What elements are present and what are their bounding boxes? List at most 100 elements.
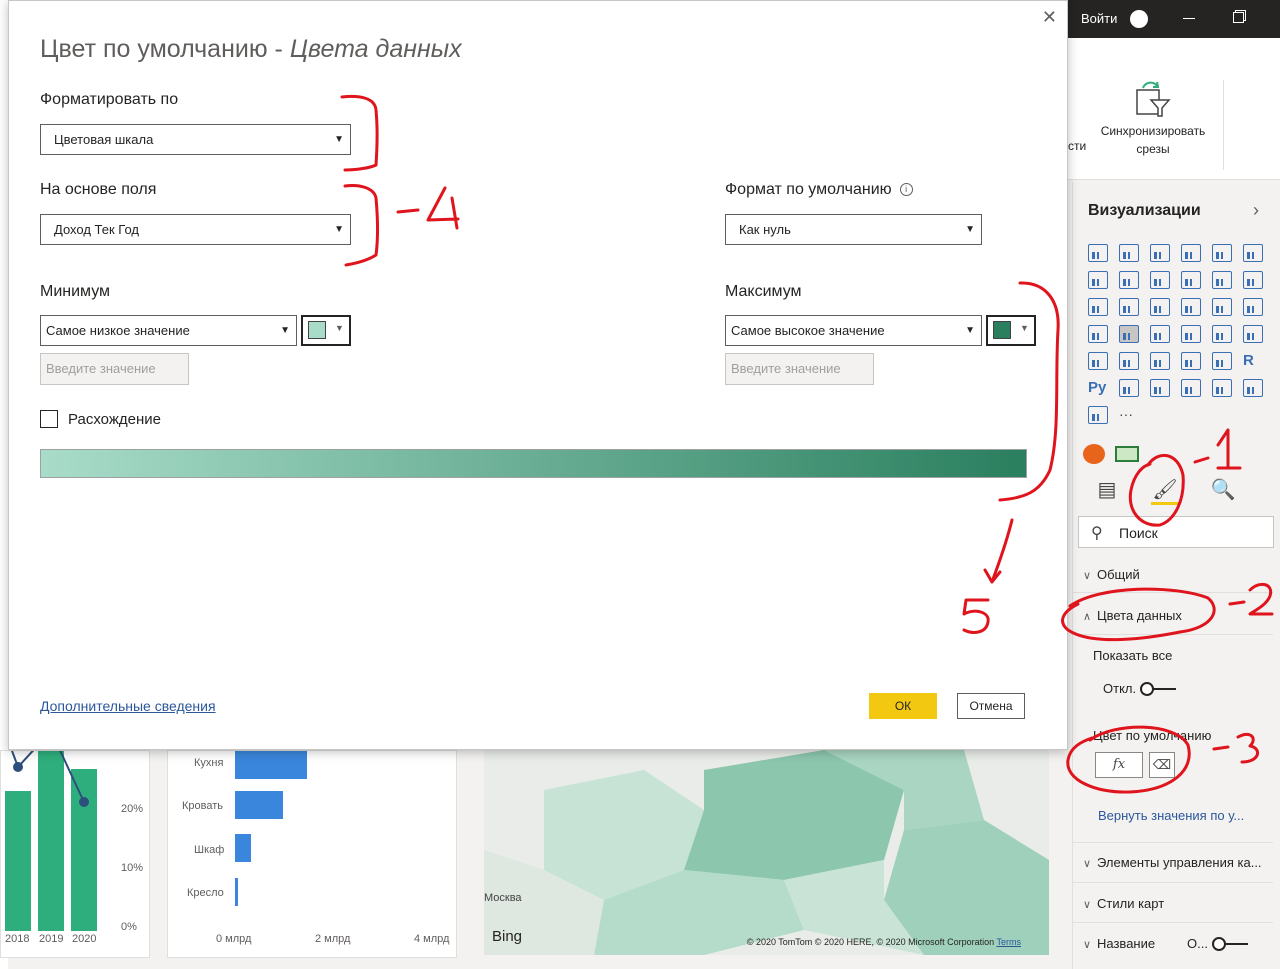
fx-conditional-format-button[interactable]: fx bbox=[1095, 752, 1143, 778]
more-info-link[interactable]: Дополнительные сведения bbox=[40, 698, 216, 714]
bar-wardrobe bbox=[235, 834, 252, 862]
card-icon[interactable] bbox=[1243, 325, 1263, 343]
eraser-icon[interactable]: ⌫ bbox=[1149, 752, 1175, 778]
minimum-color-swatch bbox=[308, 321, 326, 339]
waterfall-icon[interactable] bbox=[1088, 298, 1108, 316]
key-influencers-icon[interactable] bbox=[1119, 379, 1139, 397]
format-by-dropdown[interactable]: Цветовая шкала ▼ bbox=[40, 124, 351, 155]
fields-tab-icon[interactable]: ▤ bbox=[1093, 477, 1121, 505]
area-chart-icon[interactable] bbox=[1119, 271, 1139, 289]
section-map-styles[interactable]: ∨ Стили карт bbox=[1083, 896, 1164, 911]
column-chart-card[interactable]: 2018 2019 2020 20% 10% 0% bbox=[0, 750, 150, 958]
r-visual-icon[interactable]: R bbox=[1243, 352, 1263, 370]
title-toggle-state: О... bbox=[1187, 936, 1208, 951]
chevron-right-icon[interactable]: › bbox=[1253, 200, 1259, 221]
category-label: Кресло bbox=[187, 887, 224, 899]
ok-button[interactable]: ОК bbox=[869, 693, 937, 719]
funnel-icon[interactable] bbox=[1119, 298, 1139, 316]
bar-bed bbox=[235, 791, 283, 819]
maximum-dropdown[interactable]: Самое высокое значение ▼ bbox=[725, 315, 982, 346]
format-paint-roller-icon[interactable]: 🖌 bbox=[1151, 477, 1179, 505]
custom-visual-fish-icon[interactable] bbox=[1083, 444, 1105, 464]
decomposition-tree-icon[interactable] bbox=[1150, 379, 1170, 397]
toggle-off-label: Откл. bbox=[1103, 681, 1137, 696]
clustered-column-icon[interactable] bbox=[1181, 244, 1201, 262]
minimum-dropdown[interactable]: Самое низкое значение ▼ bbox=[40, 315, 297, 346]
scatter-icon[interactable] bbox=[1150, 298, 1170, 316]
reset-defaults-link[interactable]: Вернуть значения по у... bbox=[1098, 808, 1244, 823]
filled-map[interactable]: Москва Bing © 2020 TomTom © 2020 HERE, ©… bbox=[484, 750, 1049, 955]
bar-kitchen bbox=[235, 751, 307, 779]
analytics-magnifier-icon[interactable]: 🔍 bbox=[1209, 477, 1237, 505]
matrix-icon[interactable] bbox=[1212, 352, 1232, 370]
ribbon-partial-label[interactable]: сти bbox=[1068, 139, 1086, 153]
map-icon[interactable] bbox=[1088, 325, 1108, 343]
azure-map-icon[interactable] bbox=[1181, 325, 1201, 343]
title-toggle[interactable] bbox=[1211, 936, 1248, 951]
sync-slicers-button[interactable]: Синхронизировать срезы bbox=[1088, 122, 1218, 158]
qa-icon[interactable] bbox=[1181, 379, 1201, 397]
avatar-icon[interactable] bbox=[1130, 10, 1148, 28]
stacked-bar-icon[interactable] bbox=[1088, 244, 1108, 262]
more-visuals-icon[interactable]: ··· bbox=[1119, 406, 1139, 424]
year-label: 2020 bbox=[72, 933, 97, 945]
show-all-toggle[interactable] bbox=[1140, 681, 1177, 696]
line-chart-icon[interactable] bbox=[1088, 271, 1108, 289]
maximum-color-picker[interactable]: ▼ bbox=[986, 315, 1036, 346]
paginated-report-icon[interactable] bbox=[1212, 379, 1232, 397]
donut-icon[interactable] bbox=[1212, 298, 1232, 316]
section-title[interactable]: ∨ Название bbox=[1083, 936, 1155, 951]
chevron-down-icon: ▼ bbox=[1020, 323, 1029, 333]
divider bbox=[1073, 634, 1273, 635]
gauge-icon[interactable] bbox=[1212, 325, 1232, 343]
bar-chart-card[interactable]: Кухня Кровать Шкаф Кресло 0 млрд 2 млрд … bbox=[167, 750, 457, 958]
line-clustered-icon[interactable] bbox=[1212, 271, 1232, 289]
kpi-icon[interactable] bbox=[1119, 352, 1139, 370]
format-search-input[interactable]: ⚲ Поиск bbox=[1078, 516, 1274, 548]
line-column-icon[interactable] bbox=[1181, 271, 1201, 289]
custom-visual-card-icon[interactable] bbox=[1115, 446, 1139, 462]
dropdown-caret-icon: ▼ bbox=[280, 325, 290, 336]
100-bar-icon[interactable] bbox=[1212, 244, 1232, 262]
default-format-dropdown[interactable]: Как нуль ▼ bbox=[725, 214, 982, 245]
slicer-icon[interactable] bbox=[1150, 352, 1170, 370]
ribbon-chart-icon[interactable] bbox=[1243, 271, 1263, 289]
close-icon[interactable]: ✕ bbox=[1042, 7, 1057, 28]
table-icon[interactable] bbox=[1181, 352, 1201, 370]
bing-logo: Bing bbox=[492, 928, 523, 945]
minimum-color-picker[interactable]: ▼ bbox=[301, 315, 351, 346]
clustered-bar-icon[interactable] bbox=[1150, 244, 1170, 262]
based-on-field-dropdown[interactable]: Доход Тек Год ▼ bbox=[40, 214, 351, 245]
login-link[interactable]: Войти bbox=[1081, 11, 1117, 26]
diverging-checkbox[interactable] bbox=[40, 410, 58, 428]
restore-icon[interactable] bbox=[1233, 12, 1244, 23]
visualizations-pane: Визуализации › R Py ··· ▤ 🖌 🔍 ⚲ Поиск ∨ … bbox=[1072, 182, 1280, 969]
stacked-column-icon[interactable] bbox=[1119, 244, 1139, 262]
maximum-value-input[interactable]: Введите значение bbox=[725, 353, 874, 385]
pie-icon[interactable] bbox=[1181, 298, 1201, 316]
show-all-toggle-row[interactable]: Откл. bbox=[1103, 681, 1177, 696]
100-column-icon[interactable] bbox=[1243, 244, 1263, 262]
based-on-field-label: На основе поля bbox=[40, 181, 157, 198]
cancel-button[interactable]: Отмена bbox=[957, 693, 1025, 719]
stacked-area-icon[interactable] bbox=[1150, 271, 1170, 289]
minimum-value-input[interactable]: Введите значение bbox=[40, 353, 189, 385]
section-data-colors[interactable]: ∧ Цвета данных bbox=[1083, 608, 1182, 623]
multirow-card-icon[interactable] bbox=[1088, 352, 1108, 370]
treemap-icon[interactable] bbox=[1243, 298, 1263, 316]
title-toggle-row[interactable]: О... bbox=[1187, 936, 1248, 951]
power-apps-icon[interactable] bbox=[1243, 379, 1263, 397]
minimize-icon[interactable] bbox=[1183, 18, 1195, 19]
x-tick: 4 млрд bbox=[414, 933, 450, 945]
dropdown-caret-icon: ▼ bbox=[965, 224, 975, 235]
section-general[interactable]: ∨ Общий bbox=[1083, 567, 1140, 582]
x-tick: 2 млрд bbox=[315, 933, 351, 945]
info-icon[interactable]: i bbox=[899, 183, 913, 196]
map-attribution: © 2020 TomTom © 2020 HERE, © 2020 Micros… bbox=[746, 937, 1021, 947]
section-map-controls[interactable]: ∨ Элементы управления ка... bbox=[1083, 855, 1262, 870]
python-visual-icon[interactable]: Py bbox=[1088, 379, 1108, 397]
power-automate-icon[interactable] bbox=[1088, 406, 1108, 424]
shape-map-icon[interactable] bbox=[1150, 325, 1170, 343]
year-label: 2019 bbox=[39, 933, 64, 945]
filled-map-icon[interactable] bbox=[1119, 325, 1139, 343]
